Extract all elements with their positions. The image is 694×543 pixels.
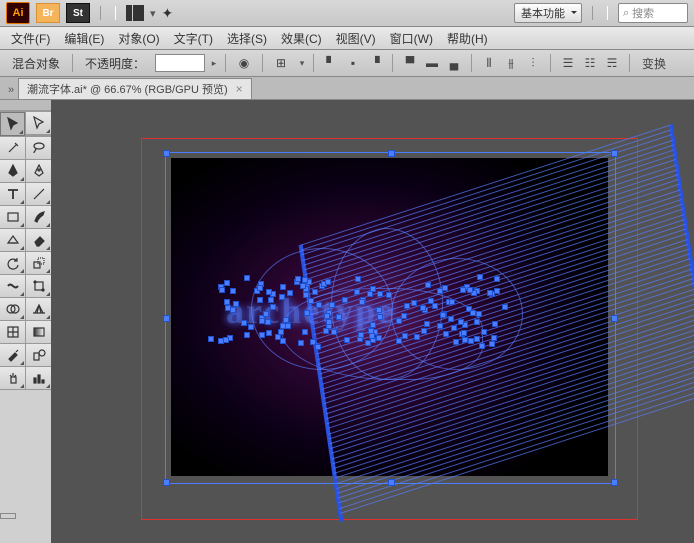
- dist-vcenter-icon[interactable]: ☷: [579, 52, 601, 74]
- separator: [225, 54, 226, 72]
- lasso-tool[interactable]: [26, 137, 51, 159]
- align-hcenter-icon[interactable]: ▪: [342, 52, 364, 74]
- shape-builder-tool[interactable]: [0, 298, 25, 320]
- resize-handle-tl[interactable]: [163, 150, 170, 157]
- dist-right-icon[interactable]: ⫶: [522, 52, 544, 74]
- magic-wand-tool[interactable]: [0, 137, 25, 159]
- transform-panel-button[interactable]: 变换: [636, 52, 672, 74]
- align-vcenter-icon[interactable]: ▬: [421, 52, 443, 74]
- doc-list-icon[interactable]: »: [4, 81, 18, 99]
- scale-tool[interactable]: [26, 252, 51, 274]
- document-tab[interactable]: 潮流字体.ai* @ 66.67% (RGB/GPU 预览) ×: [18, 78, 252, 99]
- search-placeholder: 搜索: [629, 5, 654, 21]
- dist-hcenter-icon[interactable]: ⫵: [500, 52, 522, 74]
- dropdown-arrow-icon[interactable]: ▾: [150, 7, 156, 20]
- type-tool[interactable]: [0, 183, 25, 205]
- dist-left-icon[interactable]: ⫴: [478, 52, 500, 74]
- menu-file[interactable]: 文件(F): [4, 28, 57, 49]
- opacity-label: 不透明度：: [79, 55, 151, 72]
- align-pixel-menu[interactable]: ▾: [297, 56, 307, 70]
- free-transform-tool[interactable]: [26, 275, 51, 297]
- symbol-sprayer-tool[interactable]: [0, 367, 25, 389]
- gradient-tool[interactable]: [26, 321, 51, 343]
- resize-handle-bl[interactable]: [163, 479, 170, 486]
- eraser-tool[interactable]: [26, 229, 51, 251]
- separator: [471, 54, 472, 72]
- search-input[interactable]: ⌕搜索: [618, 3, 688, 23]
- column-graph-tool[interactable]: [26, 367, 51, 389]
- stock-badge[interactable]: St: [66, 3, 90, 23]
- opacity-stepper[interactable]: ▸: [209, 56, 219, 70]
- eyedropper-tool[interactable]: [0, 344, 25, 366]
- close-tab-icon[interactable]: ×: [236, 82, 243, 96]
- blend-tool[interactable]: [26, 344, 51, 366]
- gpu-icon[interactable]: ✦: [162, 5, 174, 22]
- arrange-docs-icon[interactable]: [126, 5, 144, 21]
- align-bottom-icon[interactable]: ▄: [443, 52, 465, 74]
- shaper-tool[interactable]: [0, 229, 25, 251]
- rotate-tool[interactable]: [0, 252, 25, 274]
- paintbrush-tool[interactable]: [26, 206, 51, 228]
- align-pixel-icon[interactable]: ⊞: [269, 52, 293, 74]
- style-icon[interactable]: ◉: [232, 52, 256, 74]
- resize-handle-t[interactable]: [388, 150, 395, 157]
- mesh-tool[interactable]: [0, 321, 25, 343]
- separator: [592, 6, 608, 20]
- selection-tool[interactable]: [0, 112, 25, 136]
- separator: [313, 54, 314, 72]
- workspace-switcher[interactable]: 基本功能: [514, 3, 582, 23]
- resize-handle-tr[interactable]: [611, 150, 618, 157]
- menu-edit[interactable]: 编辑(E): [57, 28, 111, 49]
- dist-bottom-icon[interactable]: ☴: [601, 52, 623, 74]
- separator: [629, 54, 630, 72]
- selection-bounding-box[interactable]: [165, 152, 616, 484]
- toolbox-grip[interactable]: [0, 100, 51, 111]
- status-corner: [0, 513, 16, 519]
- opacity-input[interactable]: [155, 54, 205, 72]
- separator: [100, 6, 116, 20]
- menu-help[interactable]: 帮助(H): [440, 28, 495, 49]
- resize-handle-b[interactable]: [388, 479, 395, 486]
- menu-effect[interactable]: 效果(C): [274, 28, 329, 49]
- menu-view[interactable]: 视图(V): [329, 28, 383, 49]
- resize-handle-br[interactable]: [611, 479, 618, 486]
- selection-context-label: 混合对象: [6, 55, 66, 72]
- separator: [550, 54, 551, 72]
- menu-type[interactable]: 文字(T): [167, 28, 220, 49]
- line-segment-tool[interactable]: [26, 183, 51, 205]
- align-left-icon[interactable]: ▘: [320, 52, 342, 74]
- resize-handle-l[interactable]: [163, 315, 170, 322]
- direct-selection-tool[interactable]: [26, 112, 51, 134]
- width-tool[interactable]: [0, 275, 25, 297]
- separator: [72, 54, 73, 72]
- align-top-icon[interactable]: ▀: [399, 52, 421, 74]
- resize-handle-r[interactable]: [611, 315, 618, 322]
- align-right-icon[interactable]: ▝: [364, 52, 386, 74]
- menu-select[interactable]: 选择(S): [220, 28, 274, 49]
- menu-object[interactable]: 对象(O): [111, 28, 166, 49]
- rectangle-tool[interactable]: [0, 206, 25, 228]
- separator: [392, 54, 393, 72]
- dist-top-icon[interactable]: ☰: [557, 52, 579, 74]
- control-bar: 混合对象 不透明度： ▸ ◉ ⊞ ▾ ▘ ▪ ▝ ▀ ▬ ▄ ⫴ ⫵ ⫶ ☰ ☷…: [0, 50, 694, 77]
- toolbox: [0, 100, 51, 543]
- canvas-area[interactable]: archetype: [51, 100, 694, 543]
- workspace-label: 基本功能: [521, 5, 565, 21]
- separator: [262, 54, 263, 72]
- document-title: 潮流字体.ai* @ 66.67% (RGB/GPU 预览): [27, 81, 228, 97]
- bridge-badge[interactable]: Br: [36, 3, 60, 23]
- pen-tool[interactable]: [0, 160, 25, 182]
- menu-bar: 文件(F) 编辑(E) 对象(O) 文字(T) 选择(S) 效果(C) 视图(V…: [0, 27, 694, 50]
- menu-window[interactable]: 窗口(W): [383, 28, 440, 49]
- app-logo: Ai: [6, 2, 30, 24]
- perspective-grid-tool[interactable]: [26, 298, 51, 320]
- curvature-tool[interactable]: [26, 160, 51, 182]
